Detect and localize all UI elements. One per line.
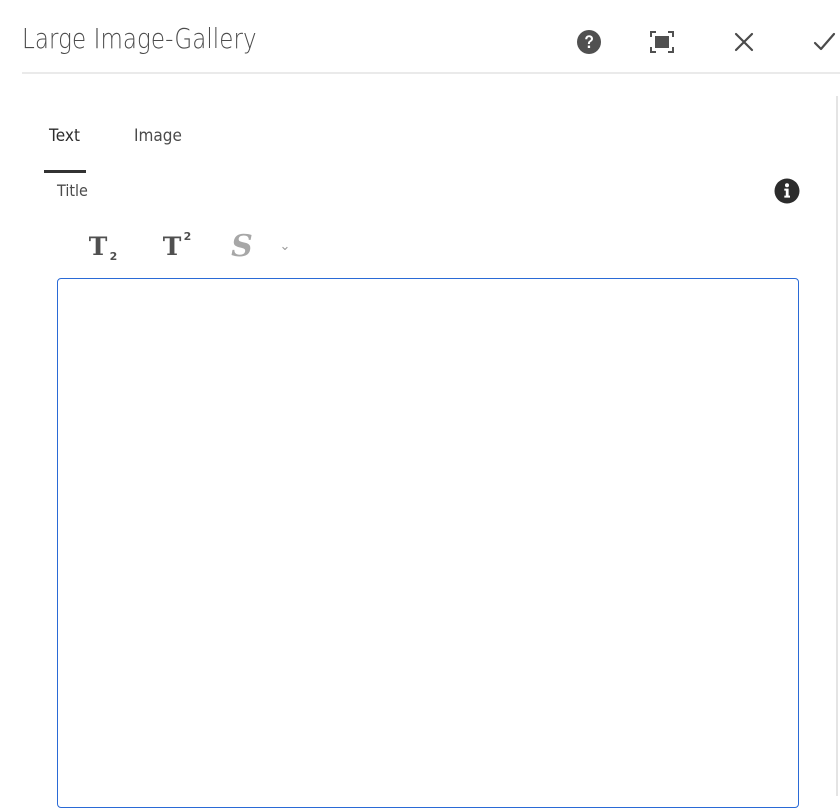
superscript-mark: 2 bbox=[183, 229, 192, 243]
superscript-button[interactable]: T2 bbox=[152, 224, 192, 268]
fullscreen-button[interactable] bbox=[647, 27, 677, 57]
subscript-button[interactable]: T2 bbox=[78, 224, 118, 268]
more-formats-dropdown[interactable]: ⌄ bbox=[275, 224, 295, 268]
field-info-button[interactable] bbox=[774, 178, 800, 204]
subscript-glyph: T bbox=[88, 231, 108, 261]
title-field-label: Title bbox=[57, 181, 88, 200]
subscript-mark: 2 bbox=[109, 249, 118, 263]
help-button[interactable] bbox=[574, 27, 604, 57]
info-icon bbox=[774, 178, 800, 204]
dialog-header: Large Image-Gallery bbox=[0, 0, 840, 74]
close-button[interactable] bbox=[729, 27, 759, 57]
strikethrough-icon: S bbox=[231, 228, 253, 264]
subscript-icon: T2 bbox=[88, 231, 118, 263]
tab-selection-indicator bbox=[44, 170, 86, 173]
title-rich-text-editor[interactable] bbox=[57, 278, 799, 808]
chevron-down-icon: ⌄ bbox=[279, 238, 291, 254]
help-icon bbox=[577, 30, 601, 54]
dialog-title: Large Image-Gallery bbox=[22, 22, 257, 55]
checkmark-icon bbox=[813, 32, 836, 51]
superscript-icon: T2 bbox=[162, 230, 192, 261]
done-button[interactable] bbox=[808, 27, 840, 57]
superscript-glyph: T bbox=[162, 231, 182, 261]
fullscreen-icon bbox=[650, 31, 674, 53]
close-icon bbox=[734, 32, 754, 52]
strikethrough-button[interactable]: S bbox=[225, 224, 259, 268]
content-scrollbar[interactable] bbox=[836, 96, 838, 796]
header-divider bbox=[22, 72, 840, 74]
tab-text[interactable]: Text bbox=[49, 126, 80, 146]
tab-image[interactable]: Image bbox=[134, 126, 182, 146]
rich-text-toolbar: T2 T2 S ⌄ bbox=[70, 224, 370, 268]
